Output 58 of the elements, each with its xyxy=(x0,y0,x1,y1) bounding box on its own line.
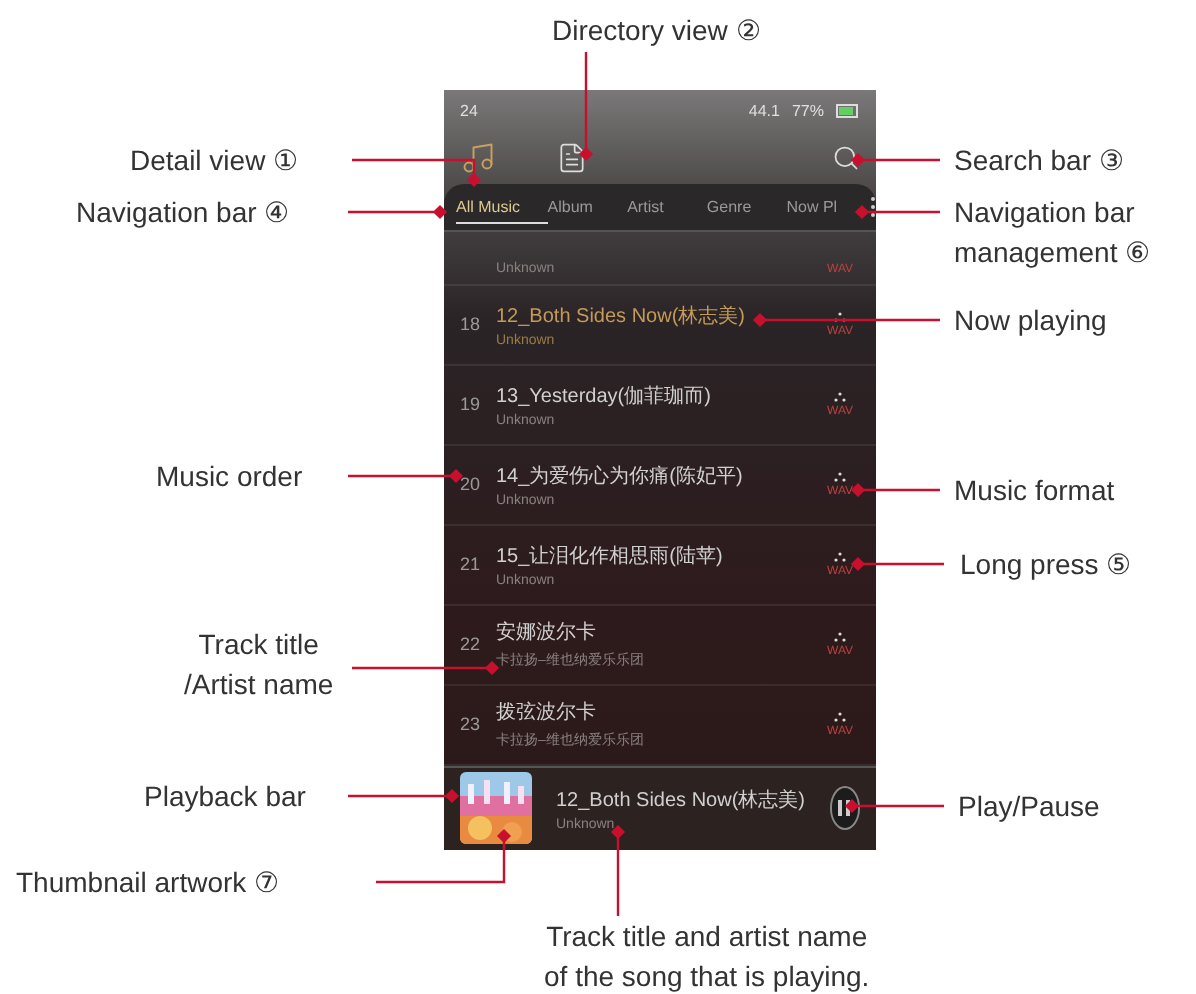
callout-label: Directory view ② xyxy=(552,12,762,50)
leader-line xyxy=(376,828,512,884)
callout-label: Long press ⑤ xyxy=(960,546,1133,584)
callout-label: Track title and artist name of the song that is playing. xyxy=(544,918,870,994)
playing-title: 12_Both Sides Now(林志美) xyxy=(556,787,805,814)
battery-level: 77% xyxy=(791,101,824,120)
battery-icon xyxy=(836,103,860,118)
track-title: 12_Both Sides Now(林志美) xyxy=(496,303,747,330)
leader-line xyxy=(850,482,940,498)
track-title: 安娜波尔卡 xyxy=(496,619,598,647)
track-number: 21 xyxy=(460,554,483,575)
track-number: 18 xyxy=(460,314,483,335)
callout-label: Thumbnail artwork ⑦ xyxy=(16,864,281,902)
music-note-icon[interactable] xyxy=(460,139,496,176)
callout-label: Now playing xyxy=(954,302,1107,340)
nav-tab[interactable]: All Music xyxy=(456,189,548,224)
dots-icon xyxy=(834,551,846,562)
track-number: 19 xyxy=(460,394,483,415)
callout-label: Search bar ③ xyxy=(954,142,1125,180)
dots-icon xyxy=(834,471,846,482)
document-icon[interactable] xyxy=(556,141,588,174)
callout-label: Navigation bar ④ xyxy=(76,194,291,232)
leader-line xyxy=(578,52,594,162)
status-text: 24 xyxy=(460,101,478,120)
track-title: 14_为爱伤心为你痛(陈妃平) xyxy=(496,463,745,490)
leader-line xyxy=(854,204,940,220)
pause-button[interactable] xyxy=(829,786,860,831)
callout-label: Detail view ① xyxy=(130,142,300,180)
nav-tab[interactable]: Artist xyxy=(627,189,707,224)
callout-label: Playback bar xyxy=(144,778,306,816)
leader-line xyxy=(348,468,464,484)
nav-tab[interactable]: Genre xyxy=(706,189,787,224)
dots-icon xyxy=(834,711,846,722)
callout-label: Music order xyxy=(156,458,303,496)
track-number: 22 xyxy=(460,634,483,655)
track-title: 拨弦波尔卡 xyxy=(496,699,598,727)
track-title: 13_Yesterday(伽菲珈而) xyxy=(496,383,713,410)
leader-line xyxy=(844,798,944,814)
leader-line xyxy=(610,824,626,916)
dots-icon xyxy=(834,631,846,642)
search-icon[interactable] xyxy=(832,143,860,172)
leader-line xyxy=(850,152,940,168)
callout-label: Navigation bar management ⑥ xyxy=(954,194,1152,272)
nav-tab[interactable]: Now Pl xyxy=(786,189,867,224)
sample-rate: 44.1 xyxy=(748,101,780,120)
track-title: 15_让泪化作相思雨(陆苹) xyxy=(496,543,725,570)
callout-label: Track title /Artist name xyxy=(184,626,334,704)
track-number: 23 xyxy=(460,714,483,735)
dots-icon xyxy=(834,391,846,402)
leader-line xyxy=(348,788,460,804)
callout-label: Play/Pause xyxy=(958,788,1100,826)
nav-tab[interactable]: Album xyxy=(547,189,628,224)
more-icon[interactable] xyxy=(870,195,876,218)
leader-line xyxy=(352,158,482,188)
callout-label: Music format xyxy=(954,472,1115,510)
leader-line xyxy=(348,204,448,220)
leader-line xyxy=(850,556,944,572)
track-number: 20 xyxy=(460,474,483,495)
